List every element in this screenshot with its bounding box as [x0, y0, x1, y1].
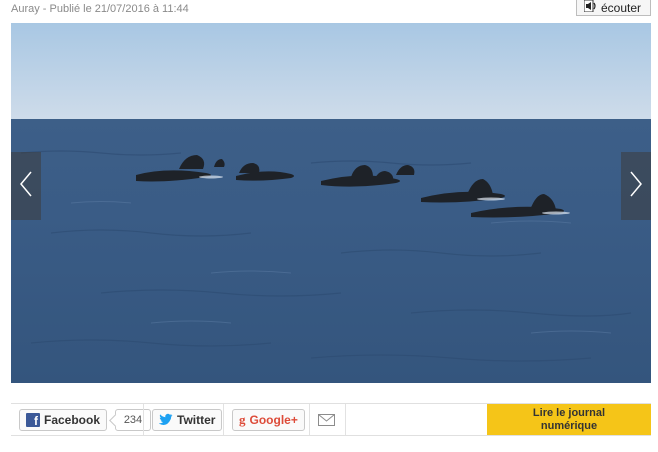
divider	[309, 404, 310, 435]
divider	[223, 404, 224, 435]
read-journal-line-2: numérique	[540, 420, 598, 432]
next-photo-button[interactable]	[621, 152, 651, 220]
chevron-left-icon	[19, 170, 33, 203]
divider	[143, 404, 144, 435]
read-journal-line-1: Lire le journal	[532, 407, 606, 419]
twitter-bird-icon	[158, 413, 173, 428]
facebook-share: f Facebook 234	[19, 409, 151, 431]
email-share-button[interactable]	[318, 413, 335, 435]
article-meta: Auray - Publié le 21/07/2016 à 11:44	[11, 3, 189, 15]
read-digital-journal-button[interactable]: Lire le journal numérique	[487, 404, 651, 435]
listen-label: écouter	[601, 0, 642, 15]
twitter-share-button[interactable]: Twitter	[152, 409, 223, 431]
speaker-icon	[583, 0, 597, 15]
chevron-right-icon	[629, 170, 643, 203]
previous-photo-button[interactable]	[11, 152, 41, 220]
google-plus-label: Google+	[249, 413, 298, 427]
facebook-label: Facebook	[44, 413, 101, 427]
google-plus-share-button[interactable]: g Google+	[232, 409, 305, 431]
article-photo	[11, 23, 651, 383]
google-icon: g	[239, 412, 246, 427]
facebook-share-count: 234	[115, 409, 151, 431]
twitter-label: Twitter	[177, 413, 216, 427]
twitter-share: Twitter	[152, 409, 223, 431]
envelope-icon	[318, 413, 335, 430]
listen-button[interactable]: écouter	[576, 0, 651, 16]
google-share: g Google+	[232, 409, 305, 431]
share-bar: f Facebook 234 Twitter g Google+ Lire le…	[11, 403, 651, 436]
facebook-share-button[interactable]: f Facebook	[19, 409, 108, 431]
divider	[345, 404, 346, 435]
facebook-icon: f	[26, 413, 40, 427]
